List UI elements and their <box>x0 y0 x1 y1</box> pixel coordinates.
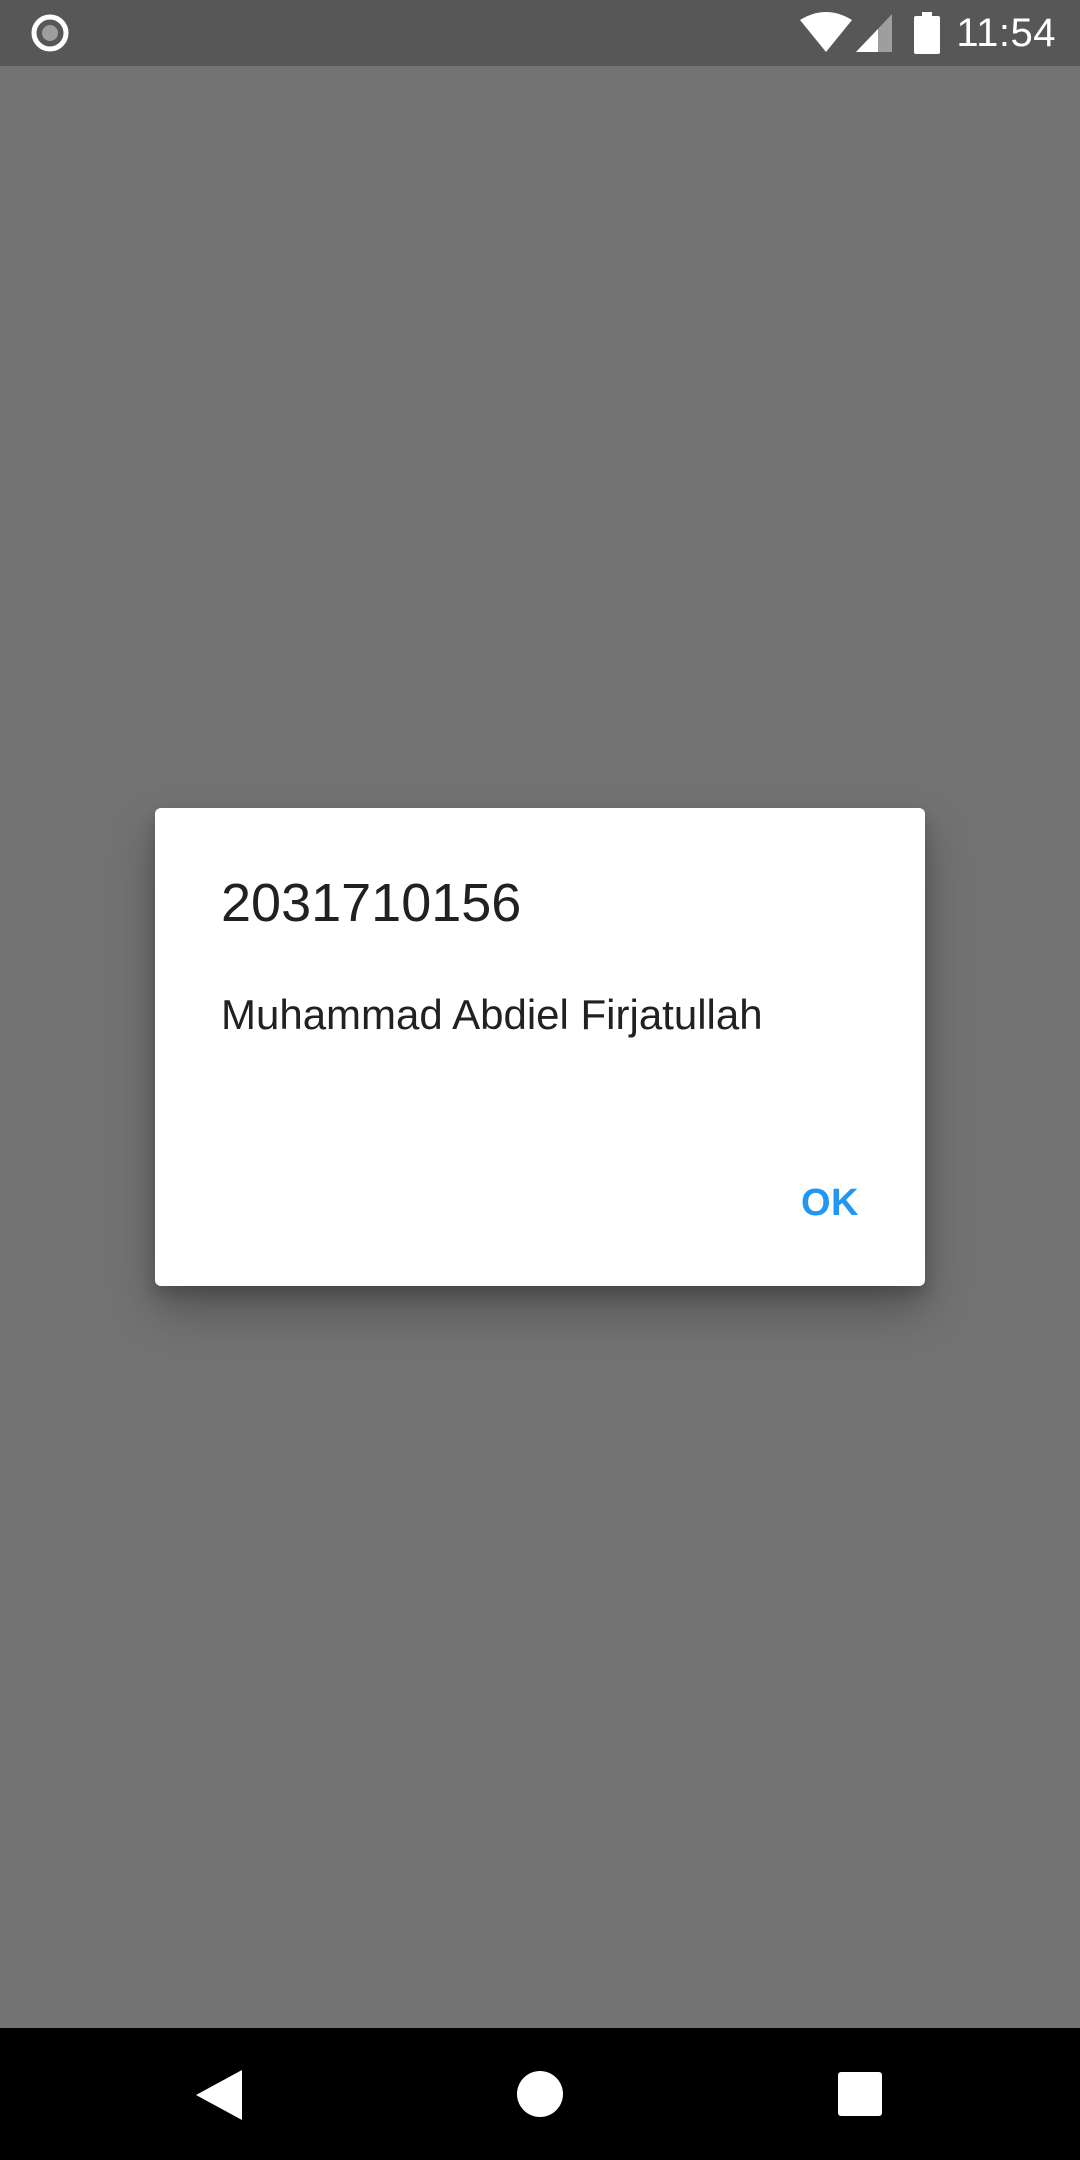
dialog-title: 2031710156 <box>221 873 522 933</box>
recents-icon[interactable] <box>838 2072 882 2116</box>
ok-button[interactable]: OK <box>795 1174 865 1233</box>
wifi-icon <box>800 12 853 52</box>
back-icon[interactable] <box>196 2070 244 2120</box>
screen: 11:54 2031710156 Muhammad Abdiel Firjatu… <box>0 0 1080 2160</box>
cell-signal-icon <box>856 14 893 52</box>
status-icons: 11:54 <box>800 0 1056 66</box>
alert-dialog: 2031710156 Muhammad Abdiel Firjatullah O… <box>155 808 925 1286</box>
dialog-message: Muhammad Abdiel Firjatullah <box>221 991 763 1038</box>
navigation-bar <box>0 2028 1080 2160</box>
battery-icon <box>914 12 941 54</box>
status-bar: 11:54 <box>0 0 1080 66</box>
record-circle-icon <box>31 14 69 52</box>
home-icon[interactable] <box>516 2070 564 2118</box>
status-time: 11:54 <box>956 10 1056 55</box>
